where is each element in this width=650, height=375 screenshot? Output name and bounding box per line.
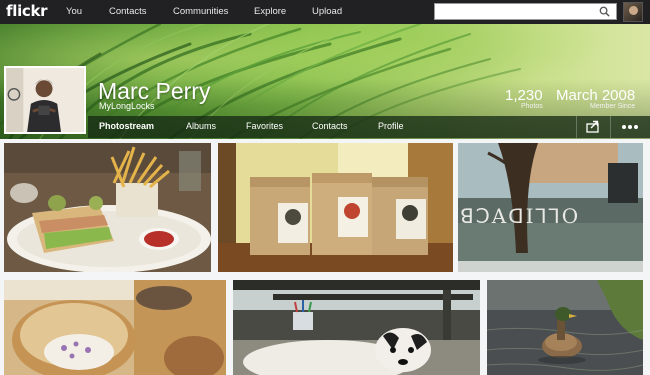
person-photo-icon [6,68,84,132]
photos-label: Photos [521,103,543,110]
tab-favorites[interactable]: Favorites [246,121,283,131]
user-avatar[interactable] [623,2,643,22]
svg-text:ꓭꓛAꓷIꓶꓶO: ꓭꓛAꓷIꓶꓶO [460,204,580,228]
search-input[interactable] [434,3,617,20]
tab-albums[interactable]: Albums [186,121,216,131]
search-icon[interactable] [599,6,610,17]
photo-tile-duck[interactable] [487,280,643,375]
more-options-button[interactable] [610,116,650,138]
profile-username: MyLongLocks [99,101,155,111]
more-dots-icon [622,125,638,129]
top-nav-bar: flickr You Contacts Communities Explore … [0,0,650,24]
basket-photo-image [4,280,226,375]
photo-tile-coffee-bags[interactable] [218,143,453,272]
photos-count: 1,230 [505,87,543,104]
share-button[interactable] [576,116,610,138]
coffee-bags-photo-image [218,143,453,272]
sandwich-photo-image [4,143,211,272]
tab-photostream[interactable]: Photostream [99,121,154,131]
photo-tile-basket[interactable] [4,280,226,375]
nav-communities[interactable]: Communities [173,6,228,17]
street-window-photo-image: ꓭꓛAꓷIꓶꓶO [458,143,643,272]
member-since-date: March 2008 [556,87,636,104]
nav-contacts[interactable]: Contacts [109,6,147,17]
dog-photo-image [233,280,480,375]
photo-tile-sandwich[interactable] [4,143,211,272]
tab-contacts[interactable]: Contacts [312,121,348,131]
photostream-grid: ꓭꓛAꓷIꓶꓶO [0,139,650,375]
share-icon [586,120,599,133]
nav-explore[interactable]: Explore [254,6,286,17]
tab-profile[interactable]: Profile [378,121,404,131]
profile-subnav: Photostream Albums Favorites Contacts Pr… [88,116,650,138]
photo-tile-dog[interactable] [233,280,480,375]
duck-photo-image [487,280,643,375]
member-since-label: Member Since [590,103,636,110]
nav-you[interactable]: You [66,6,82,17]
cover-photo: Marc Perry MyLongLocks 1,230 Photos Marc… [0,24,650,139]
photo-tile-street-window[interactable]: ꓭꓛAꓷIꓶꓶO [458,143,643,272]
nav-upload[interactable]: Upload [312,6,342,17]
profile-avatar[interactable] [4,66,86,134]
flickr-logo[interactable]: flickr [6,2,48,20]
